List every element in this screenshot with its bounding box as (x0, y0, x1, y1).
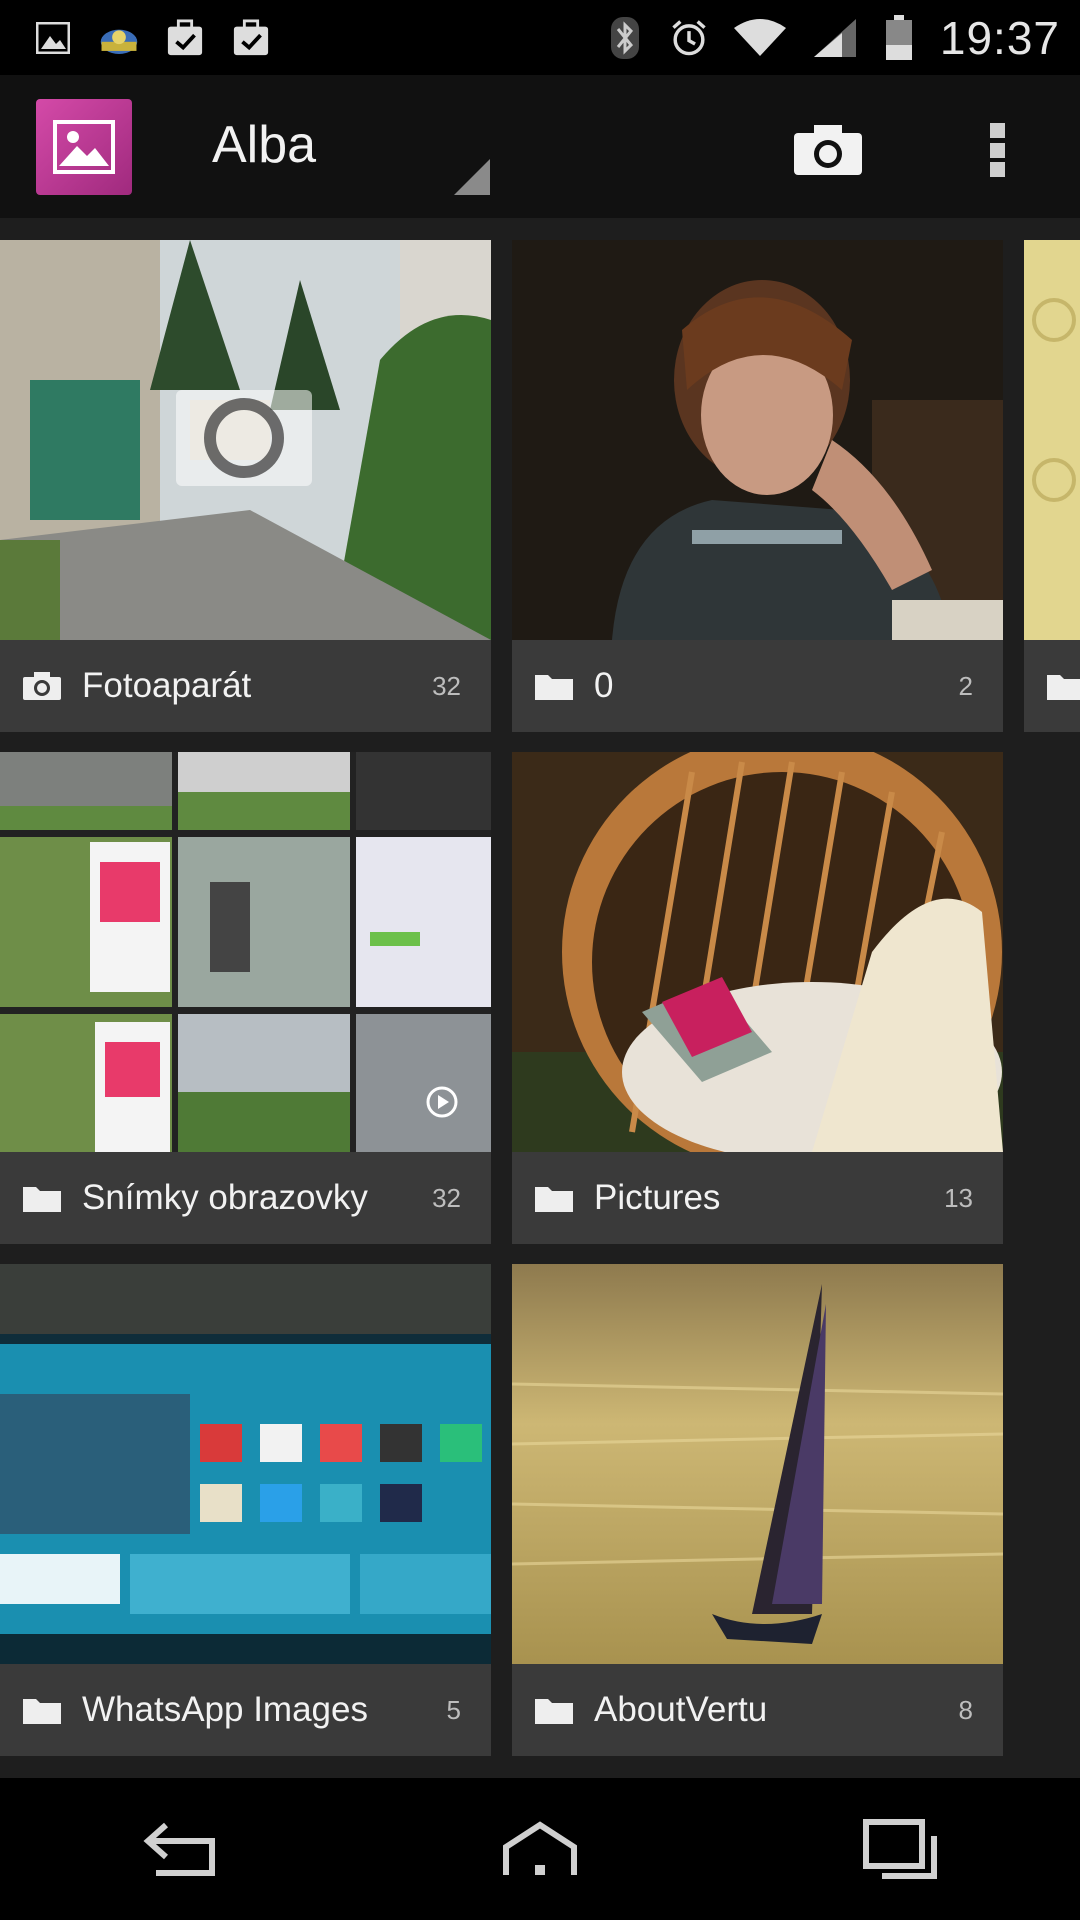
clipboard-check-icon (166, 18, 204, 57)
album-count: 32 (432, 670, 461, 701)
folder-icon (534, 1693, 576, 1727)
album-label-bar: WhatsApp Images 5 (0, 1664, 491, 1756)
signal-icon (812, 18, 858, 57)
album-label-bar: Snímky obrazovky 32 (0, 1152, 491, 1244)
album-label-bar: AboutVertu 8 (512, 1664, 1003, 1756)
album-label-bar (1024, 640, 1080, 732)
album-thumbnail (0, 240, 491, 640)
clock: 19:37 (939, 11, 1060, 64)
overflow-menu-icon (989, 123, 1005, 138)
camera-button[interactable] (778, 112, 878, 188)
gallery-app-icon[interactable] (36, 99, 132, 195)
album-tile-snimky-obrazovky[interactable]: Snímky obrazovky 32 (0, 752, 491, 1244)
album-thumbnail (512, 240, 1003, 640)
spinner-indicator-icon (454, 159, 490, 195)
album-name: AboutVertu (594, 1690, 768, 1729)
folder-icon (1046, 669, 1080, 703)
folder-icon (22, 1693, 64, 1727)
recent-apps-button[interactable] (840, 1799, 960, 1899)
album-tile-0[interactable]: 0 2 (512, 240, 1003, 732)
album-label-bar: Fotoaparát 32 (0, 640, 491, 732)
image-icon (53, 120, 115, 174)
home-button[interactable] (480, 1799, 600, 1899)
album-name: Pictures (594, 1178, 721, 1217)
clipboard-check-icon (232, 18, 270, 57)
album-count: 5 (446, 1694, 461, 1725)
album-spinner[interactable]: Alba (170, 95, 490, 195)
album-tile-pictures[interactable]: Pictures 13 (512, 752, 1003, 1244)
album-thumbnail (1024, 240, 1080, 640)
folder-icon (534, 669, 576, 703)
album-name: 0 (594, 666, 614, 705)
battery-icon (884, 14, 914, 60)
back-button[interactable] (120, 1799, 240, 1899)
album-tile-fotoaparat[interactable]: Fotoaparát 32 (0, 240, 491, 732)
camera-icon (794, 125, 862, 175)
album-grid: Fotoaparát 32 0 2 Snímky obrazovky 32 Pi… (0, 218, 1080, 1778)
folder-icon (534, 1181, 576, 1215)
bluetooth-icon (606, 16, 644, 59)
album-count: 13 (944, 1182, 973, 1213)
recent-apps-icon (863, 1819, 937, 1879)
album-count: 2 (958, 670, 973, 701)
album-name: Snímky obrazovky (82, 1178, 368, 1217)
album-thumbnail (0, 752, 491, 1152)
album-tile-aboutvertu[interactable]: AboutVertu 8 (512, 1264, 1003, 1756)
overflow-menu-button[interactable] (970, 115, 1024, 185)
album-name: WhatsApp Images (82, 1690, 368, 1729)
alarm-icon (670, 19, 708, 57)
back-icon (143, 1822, 215, 1876)
album-count: 32 (432, 1182, 461, 1213)
album-tile-partial[interactable] (1024, 240, 1080, 732)
album-label-bar: 0 2 (512, 640, 1003, 732)
wifi-icon (733, 18, 786, 57)
camera-icon (22, 669, 64, 703)
album-label-bar: Pictures 13 (512, 1152, 1003, 1244)
home-icon (503, 1821, 577, 1875)
navigation-bar (0, 1778, 1080, 1920)
page-title: Alba (212, 116, 317, 174)
album-thumbnail (512, 752, 1003, 1152)
weather-icon (100, 19, 138, 57)
status-bar: 19:37 (0, 0, 1080, 75)
album-count: 8 (958, 1694, 973, 1725)
folder-icon (22, 1181, 64, 1215)
album-name: Fotoaparát (82, 666, 252, 705)
action-bar: Alba (0, 75, 1080, 218)
image-icon (34, 19, 72, 57)
album-thumbnail (512, 1264, 1003, 1664)
album-tile-whatsapp-images[interactable]: WhatsApp Images 5 (0, 1264, 491, 1756)
album-thumbnail (0, 1264, 491, 1664)
